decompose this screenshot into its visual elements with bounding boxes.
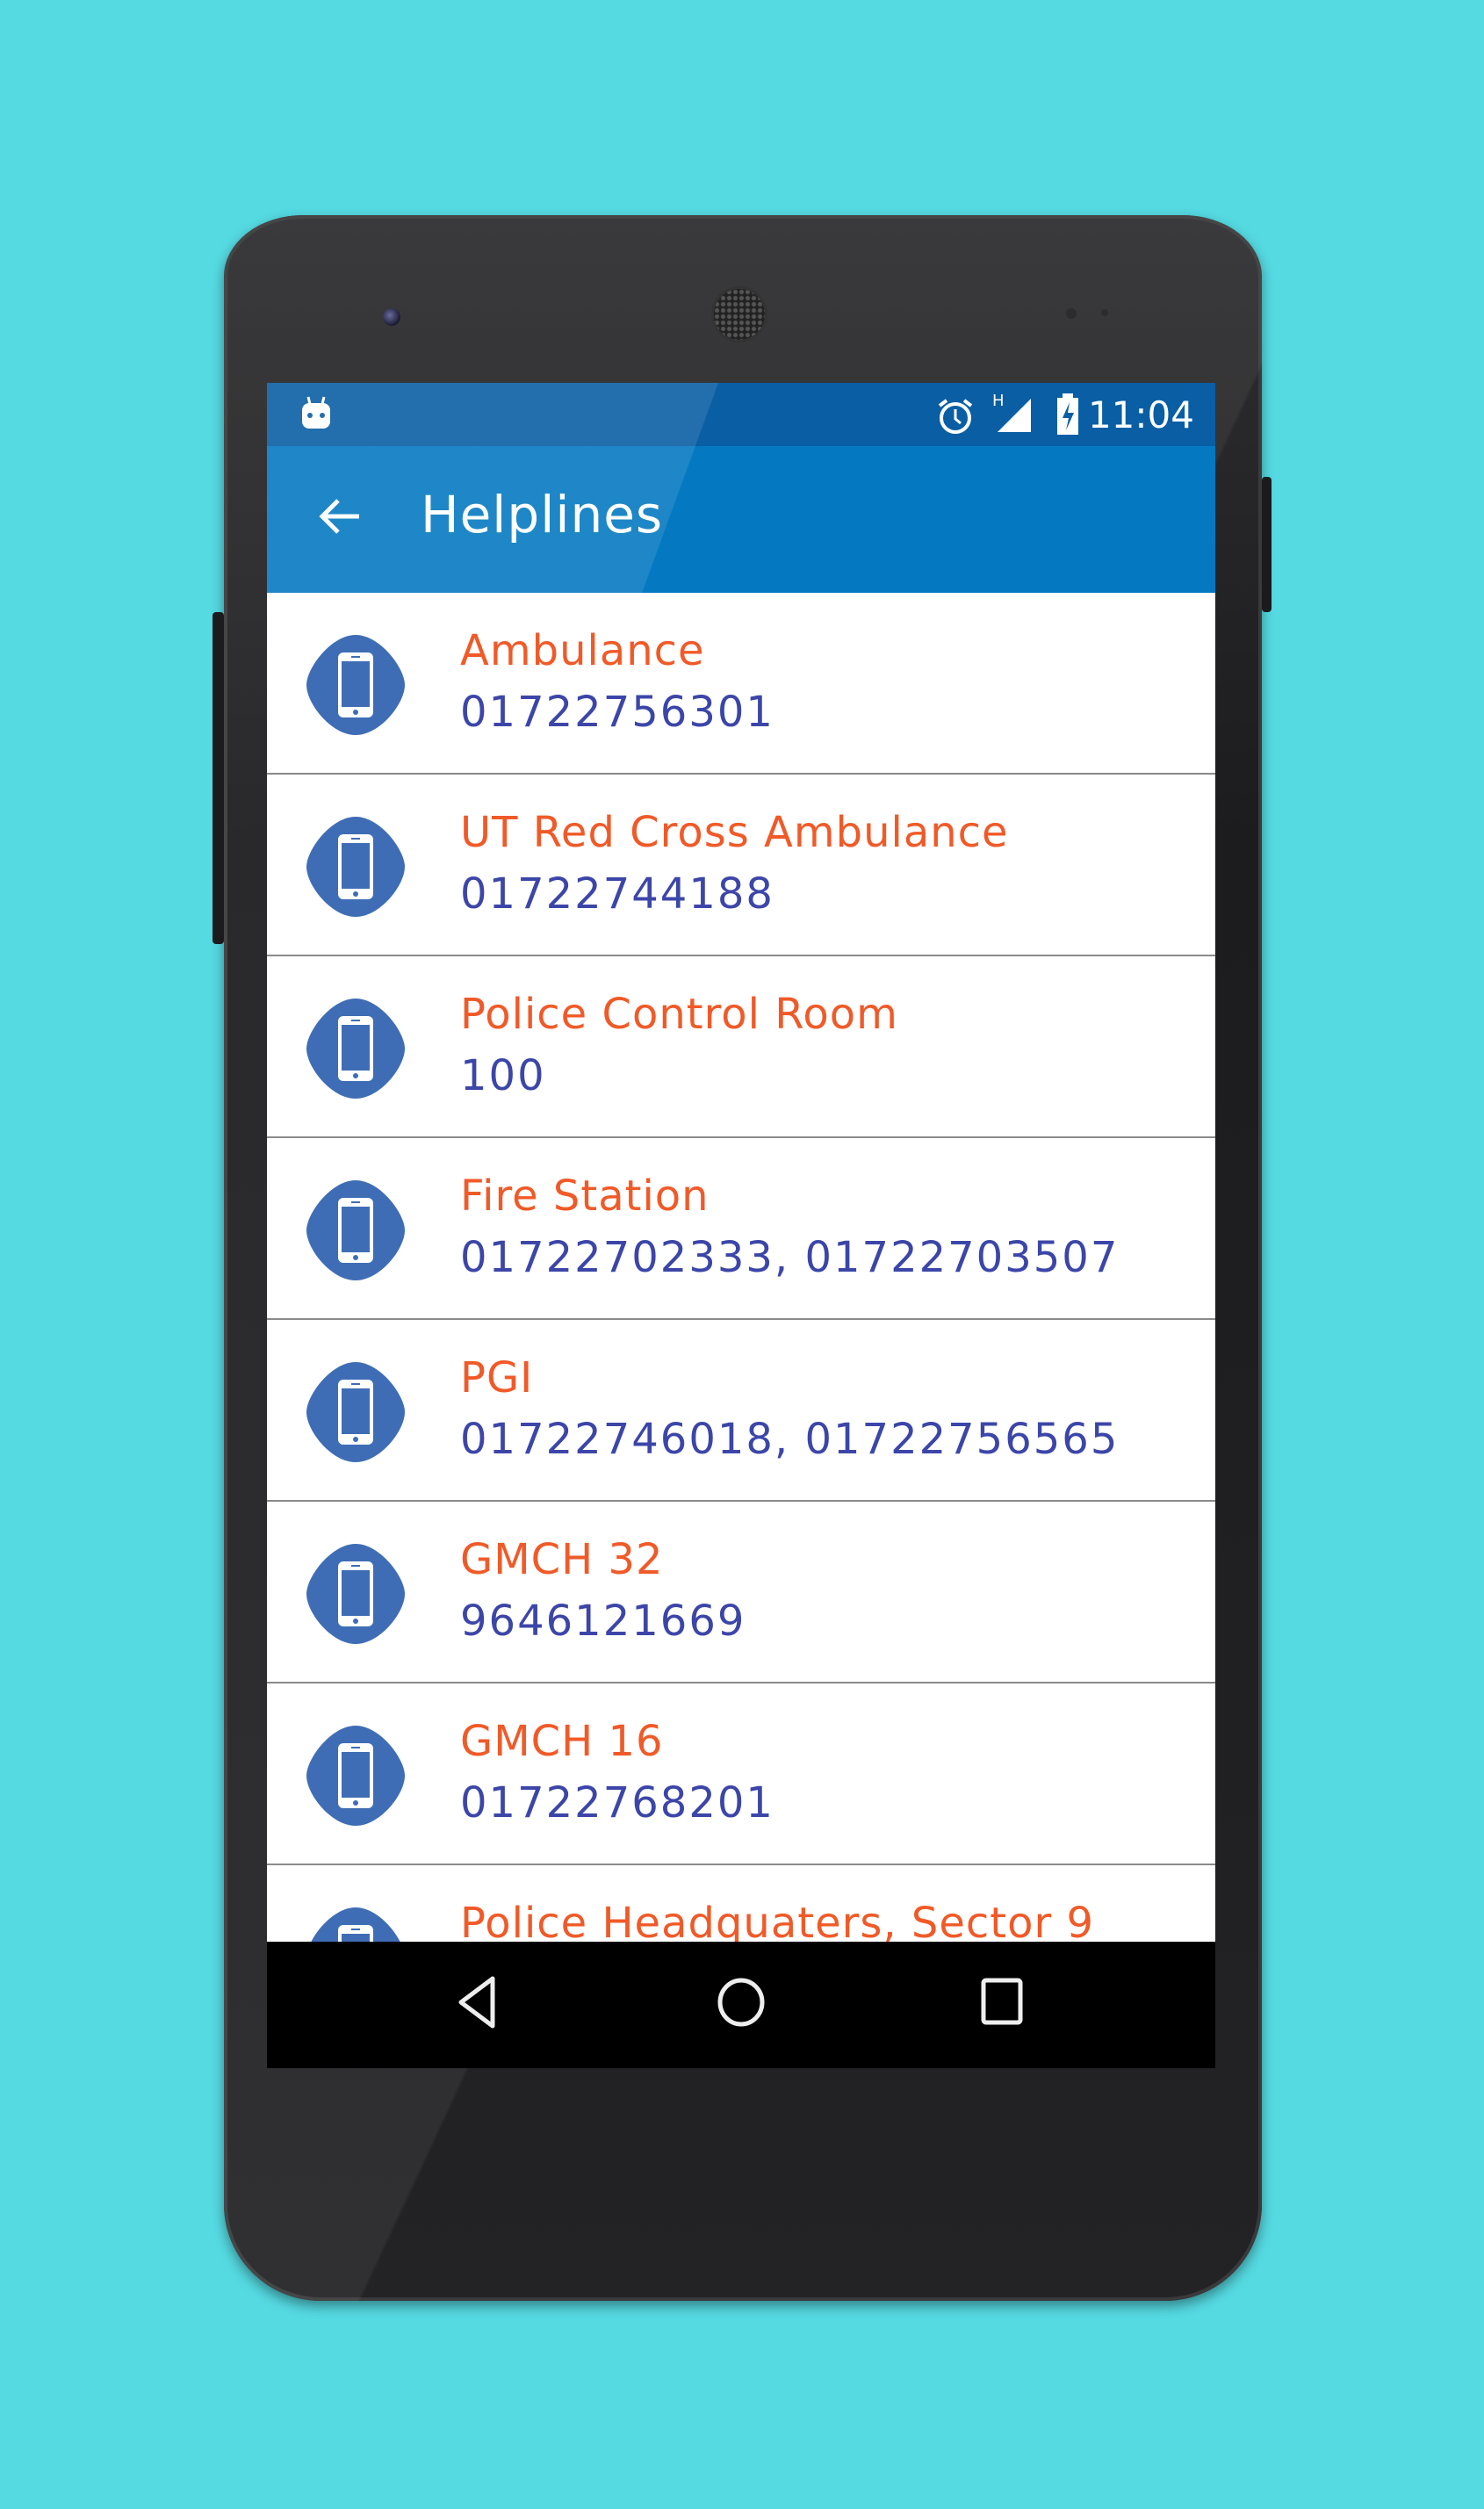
power-button (1262, 477, 1271, 612)
back-triangle-icon[interactable] (456, 1975, 500, 2030)
helpline-number[interactable]: 01722746018, 01722756565 (460, 1415, 1119, 1464)
helpline-number[interactable]: 01722702333, 01722703507 (460, 1233, 1119, 1282)
helpline-list: Ambulance 01722756301 UT Red Cross Ambul… (267, 593, 1215, 2047)
screen: H 11:04 Helplines Ambulance 01722756301 … (267, 383, 1215, 2068)
helpline-item[interactable]: UT Red Cross Ambulance 01722744188 (267, 775, 1215, 956)
helpline-number[interactable]: 9646121669 (460, 1597, 746, 1646)
home-circle-icon[interactable] (715, 1975, 767, 2030)
battery-charging-icon (1057, 393, 1078, 435)
helpline-number[interactable]: 01722744188 (460, 869, 774, 919)
helpline-name: GMCH 32 (460, 1535, 664, 1584)
helpline-name: GMCH 16 (460, 1717, 664, 1766)
phone-icon (306, 999, 405, 1099)
helpline-item[interactable]: GMCH 32 9646121669 (267, 1502, 1215, 1683)
helpline-item[interactable]: PGI 01722746018, 01722756565 (267, 1320, 1215, 1502)
recents-square-icon[interactable] (980, 1975, 1026, 2030)
helpline-name: Police Headquaters, Sector 9 (460, 1899, 1094, 1948)
front-camera (383, 308, 400, 326)
helpline-item[interactable]: GMCH 16 01722768201 (267, 1683, 1215, 1865)
helpline-name: Fire Station (460, 1172, 710, 1221)
helpline-name: PGI (460, 1353, 534, 1402)
phone-icon (306, 1362, 405, 1462)
app-bar: Helplines (267, 446, 1215, 593)
phone-icon (306, 1726, 405, 1826)
alarm-icon (938, 399, 973, 434)
helpline-name: Police Control Room (460, 990, 898, 1039)
helpline-item[interactable]: Fire Station 01722702333, 01722703507 (267, 1138, 1215, 1320)
phone-icon (306, 817, 405, 917)
helpline-name: Ambulance (460, 626, 705, 675)
navigation-bar (267, 1942, 1215, 2068)
helpline-name: UT Red Cross Ambulance (460, 808, 1009, 857)
helpline-number[interactable]: 01722768201 (460, 1778, 774, 1828)
helpline-number[interactable]: 01722756301 (460, 688, 774, 737)
earpiece-speaker (714, 289, 765, 340)
phone-icon (306, 635, 405, 735)
helpline-item[interactable]: Police Control Room 100 (267, 956, 1215, 1138)
signal-icon (998, 399, 1031, 432)
helpline-item[interactable]: Ambulance 01722756301 (267, 593, 1215, 775)
phone-icon (306, 1180, 405, 1280)
page-title: Helplines (421, 485, 664, 544)
volume-button (213, 612, 224, 944)
arrow-left-icon[interactable] (315, 490, 368, 543)
status-bar: H 11:04 (267, 383, 1215, 446)
phone-icon (306, 1544, 405, 1644)
sensor (1101, 309, 1108, 316)
status-time: 11:04 (1087, 393, 1194, 436)
android-icon (302, 396, 330, 429)
helpline-number[interactable]: 100 (460, 1051, 546, 1100)
sensor (1066, 308, 1077, 319)
